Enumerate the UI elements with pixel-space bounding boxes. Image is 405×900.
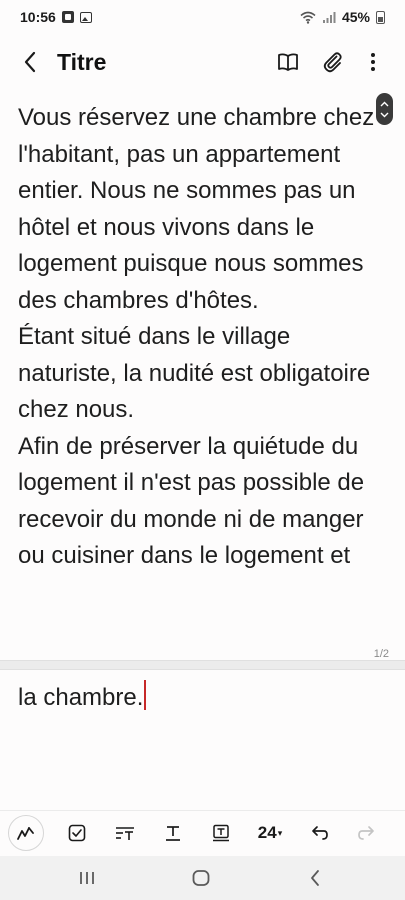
paperclip-icon [323, 52, 342, 73]
text-underline-icon [166, 826, 180, 841]
back-arrow-icon [24, 51, 36, 73]
status-time: 10:56 [20, 9, 56, 25]
app-header: Titre [0, 36, 405, 88]
note-paragraph: Étant situé dans le village naturiste, l… [18, 323, 371, 423]
status-right: 45% [300, 9, 385, 25]
undo-button[interactable] [302, 816, 336, 850]
checkbox-button[interactable] [60, 816, 94, 850]
text-box-icon [213, 824, 229, 842]
book-icon [278, 53, 298, 71]
note-paragraph: Vous réservez une chambre chez l'habitan… [18, 104, 375, 314]
note-paragraph: Afin de préserver la quiétude du logemen… [18, 432, 365, 570]
chevron-down-icon [380, 112, 389, 117]
more-options-button[interactable] [358, 48, 388, 76]
status-left: 10:56 [20, 9, 92, 25]
redo-icon [358, 826, 374, 840]
status-bar: 10:56 45% [0, 0, 405, 34]
pen-button[interactable] [8, 815, 44, 851]
page-title: Titre [57, 49, 107, 75]
attach-button[interactable] [318, 48, 348, 76]
text-format-button[interactable] [108, 816, 142, 850]
font-size-value: 24 [257, 823, 277, 842]
battery-icon [376, 10, 385, 24]
note-body-page-2[interactable]: la chambre. [18, 680, 147, 716]
font-size-button[interactable]: 24 ▾ [250, 816, 290, 850]
more-vertical-icon [371, 53, 375, 71]
text-format-icon [116, 827, 134, 840]
pen-icon [17, 827, 34, 840]
text-style-button[interactable] [156, 816, 190, 850]
battery-percent: 45% [341, 9, 370, 25]
recents-icon [80, 872, 94, 884]
notification-image-icon [79, 11, 92, 23]
screen: 10:56 45% Titre Vous réservez une chambr… [0, 0, 405, 900]
home-icon [192, 870, 210, 886]
note-continuation: la chambre. [18, 684, 144, 711]
back-button[interactable] [14, 48, 46, 76]
undo-icon [312, 826, 328, 840]
signal-icon [322, 11, 336, 23]
back-icon [311, 870, 319, 886]
checkbox-icon [68, 824, 86, 842]
text-cursor [144, 680, 147, 710]
page-counter: 1/2 [373, 648, 389, 660]
caret-down-icon: ▾ [277, 827, 283, 838]
system-nav-bar [0, 856, 405, 900]
page-break-divider [0, 660, 405, 670]
chevron-up-icon [380, 101, 389, 106]
home-button[interactable] [181, 864, 221, 892]
reading-mode-button[interactable] [273, 48, 303, 76]
recents-button[interactable] [67, 864, 107, 892]
nav-back-button[interactable] [295, 864, 335, 892]
redo-button[interactable] [350, 816, 384, 850]
editor-toolbar: 24 ▾ [0, 810, 405, 856]
wifi-icon [300, 11, 316, 24]
note-body[interactable]: Vous réservez une chambre chez l'habitan… [18, 100, 383, 575]
text-box-button[interactable] [204, 816, 238, 850]
scroll-handle[interactable] [376, 93, 393, 125]
notification-gallery-icon [61, 11, 74, 23]
